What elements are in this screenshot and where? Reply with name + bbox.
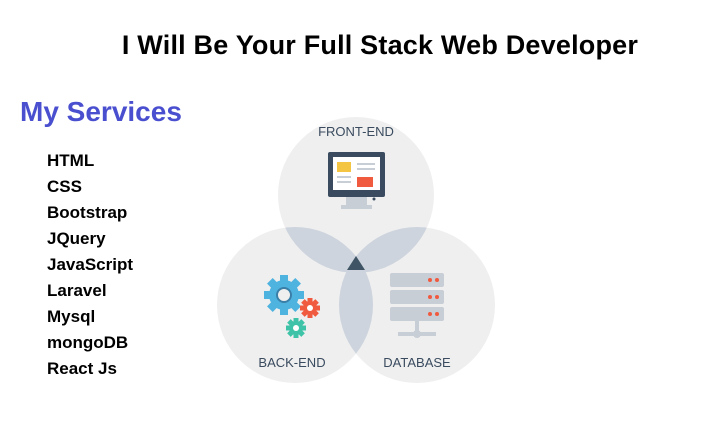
database-label: DATABASE xyxy=(383,355,451,370)
venn-svg: FRONT-END BACK-END DATABASE xyxy=(217,117,495,383)
service-item: mongoDB xyxy=(47,333,129,352)
service-item: JQuery xyxy=(47,229,106,248)
service-item: Bootstrap xyxy=(47,203,128,222)
page-title: I Will Be Your Full Stack Web Developer xyxy=(121,30,639,60)
front-end-label: FRONT-END xyxy=(318,124,394,139)
service-item: CSS xyxy=(47,177,82,196)
venn-diagram: FRONT-END BACK-END DATABASE xyxy=(210,90,510,410)
service-item: Laravel xyxy=(47,281,107,300)
service-item: Mysql xyxy=(47,307,96,326)
services-heading: My Services xyxy=(20,96,182,127)
service-item: JavaScript xyxy=(47,255,133,274)
services-list: HTML CSS Bootstrap JQuery JavaScript Lar… xyxy=(47,148,133,382)
service-item: HTML xyxy=(47,151,95,170)
service-item: React Js xyxy=(47,359,117,378)
back-end-label: BACK-END xyxy=(258,355,325,370)
